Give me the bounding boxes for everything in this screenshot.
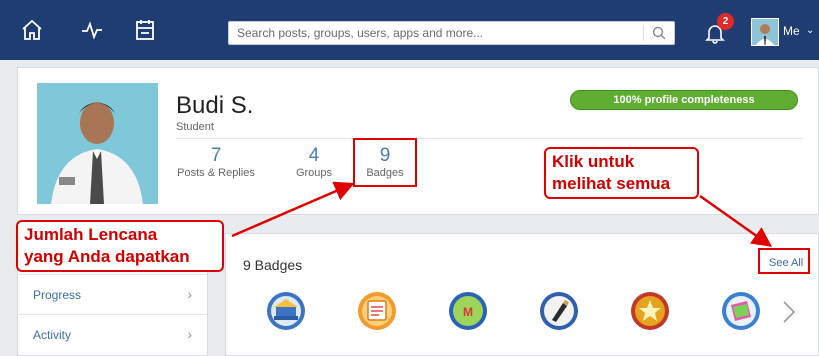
badges-panel: 9 Badges See All M	[225, 233, 819, 356]
stat-posts-replies[interactable]: 7 Posts & Replies	[176, 145, 256, 180]
see-all-callout-line1: Klik untuk	[552, 152, 635, 171]
profile-divider	[176, 138, 803, 139]
stat-groups-value: 4	[308, 145, 320, 166]
user-avatar[interactable]	[751, 18, 779, 46]
chevron-right-icon: ›	[187, 286, 192, 302]
notification-count-badge[interactable]: 2	[717, 13, 734, 30]
profile-completeness-label: 100% profile completeness	[613, 94, 755, 106]
search-box[interactable]	[228, 21, 675, 45]
search-icon[interactable]	[652, 26, 666, 40]
stat-groups[interactable]: 4 Groups	[290, 145, 338, 180]
top-navigation-bar: 2 Me ⌄	[0, 0, 819, 60]
activity-icon[interactable]	[80, 18, 104, 42]
calendar-icon[interactable]	[133, 18, 157, 42]
book-badge-icon[interactable]	[721, 291, 761, 331]
profile-role: Student	[176, 121, 214, 133]
see-all-highlight	[758, 248, 810, 274]
see-all-callout-line2: melihat semua	[552, 174, 671, 193]
sidebar-item-activity[interactable]: Activity ›	[18, 314, 207, 355]
sidebar-item-label: Activity	[33, 328, 72, 342]
badges-title: 9 Badges	[243, 257, 303, 273]
badge-count-callout-line2: yang Anda dapatkan	[24, 247, 190, 266]
svg-text:M: M	[463, 305, 473, 319]
math-badge-icon[interactable]: M	[448, 291, 488, 331]
chevron-down-icon[interactable]: ⌄	[806, 25, 814, 36]
home-icon[interactable]	[20, 18, 44, 42]
sidebar-item-label: Progress	[33, 288, 82, 302]
badges-count-highlight	[353, 138, 417, 187]
badge-count-callout: Jumlah Lencana yang Anda dapatkan	[16, 220, 224, 272]
see-all-callout: Klik untuk melihat semua	[544, 147, 699, 199]
stat-posts-value: 7	[210, 145, 222, 166]
badge-count-callout-line1: Jumlah Lencana	[24, 225, 158, 244]
star-badge-icon[interactable]	[630, 291, 670, 331]
chevron-right-icon: ›	[187, 326, 192, 342]
search-divider	[643, 25, 644, 41]
stat-posts-label: Posts & Replies	[177, 167, 255, 179]
profile-completeness-bar: 100% profile completeness	[570, 90, 798, 110]
profile-name: Budi S.	[176, 92, 254, 119]
school-badge-icon[interactable]	[266, 291, 306, 331]
chevron-right-icon[interactable]	[782, 300, 796, 324]
pen-badge-icon[interactable]	[539, 291, 579, 331]
search-input[interactable]	[237, 22, 637, 44]
sidebar-item-progress[interactable]: Progress ›	[18, 274, 207, 315]
calendar-badge-icon[interactable]	[357, 291, 397, 331]
stat-groups-label: Groups	[295, 167, 333, 179]
user-menu-label[interactable]: Me	[783, 24, 800, 38]
profile-photo	[37, 83, 158, 204]
